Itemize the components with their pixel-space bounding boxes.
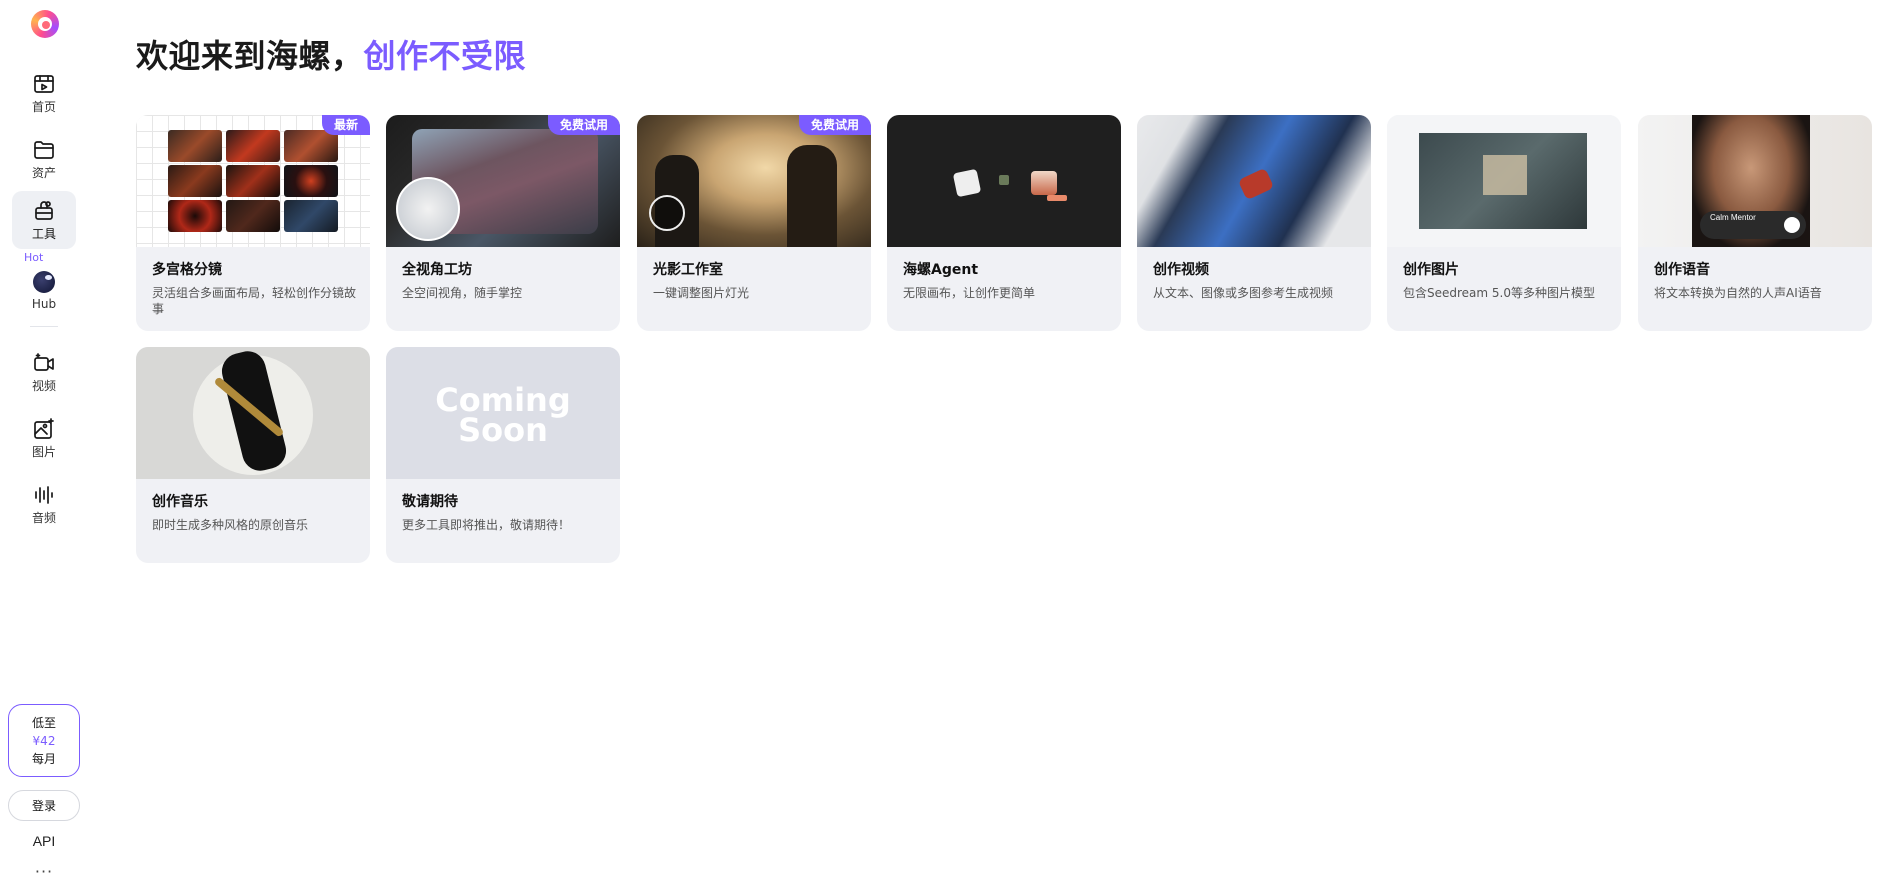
card-title: 海螺Agent [903, 262, 979, 278]
image-icon [34, 418, 54, 439]
page-title: 欢迎来到海螺，创作不受限 [136, 36, 526, 76]
soon-text: Soon [458, 411, 548, 449]
tool-card-create-music[interactable]: 创作音乐 即时生成多种风格的原创音乐 [136, 347, 370, 563]
hub-avatar-icon [33, 271, 55, 293]
card-description: 灵活组合多画面布局，轻松创作分镜故事 [152, 286, 357, 316]
card-title: 光影工作室 [653, 262, 723, 278]
tool-card-create-voice[interactable]: Calm Mentor 创作语音 将文本转换为自然的人声AI语音 [1638, 115, 1872, 331]
card-title: 敬请期待 [402, 494, 458, 510]
card-description: 包含Seedream 5.0等多种图片模型 [1403, 286, 1595, 300]
sidebar-item-hub[interactable]: Hub [12, 262, 76, 320]
create-music-thumbnail [136, 347, 370, 479]
promo-prefix: 低至 [31, 715, 56, 730]
sidebar-item-label: Hub [31, 297, 57, 311]
promo-suffix: 每月 [31, 751, 56, 766]
card-title: 创作语音 [1654, 262, 1710, 278]
card-title: 创作图片 [1403, 262, 1459, 278]
card-title: 多宫格分镜 [152, 262, 222, 278]
video-icon [34, 353, 54, 371]
card-title: 全视角工坊 [402, 262, 472, 278]
page-title-main: 欢迎来到海螺， [136, 37, 364, 75]
new-badge: 最新 [321, 115, 370, 135]
card-description: 一键调整图片灯光 [653, 286, 750, 300]
tool-card-lighting-studio[interactable]: 免费试用 光影工作室 一键调整图片灯光 [637, 115, 871, 331]
sidebar-item-label: 视频 [31, 379, 56, 393]
card-description: 全空间视角，随手掌控 [402, 286, 523, 300]
pricing-promo-button[interactable]: 低至 ¥42 每月 [8, 704, 80, 777]
toolbox-icon [35, 201, 53, 220]
create-video-thumbnail [1137, 115, 1371, 247]
voice-name: Calm Mentor [1710, 213, 1756, 222]
sidebar-item-tools[interactable]: 工具 [12, 191, 76, 249]
create-voice-thumbnail: Calm Mentor [1638, 115, 1872, 247]
card-title: 创作视频 [1153, 262, 1209, 278]
card-description: 将文本转换为自然的人声AI语音 [1654, 286, 1822, 300]
sidebar-item-video[interactable]: 视频 [12, 343, 76, 401]
tool-card-agent[interactable]: 海螺Agent 无限画布，让创作更简单 [887, 115, 1121, 331]
hailuo-logo-icon[interactable] [31, 10, 59, 38]
coming-soon-thumbnail: Coming Soon [386, 347, 620, 479]
sidebar-item-label: 工具 [31, 227, 56, 241]
promo-price: ¥42 [32, 733, 56, 748]
tool-card-panorama-studio[interactable]: 免费试用 全视角工坊 全空间视角，随手掌控 [386, 115, 620, 331]
sidebar-divider [30, 326, 58, 327]
sidebar: 首页 资产 工具 Hot Hub 视频 图片 音频 低至 ¥42 每月 登录 A… [0, 0, 88, 896]
sidebar-item-label: 图片 [31, 445, 56, 459]
home-icon [34, 75, 54, 93]
api-link[interactable]: API [0, 833, 88, 849]
create-image-thumbnail [1387, 115, 1621, 247]
free-trial-badge: 免费试用 [547, 115, 620, 135]
page-title-accent: 创作不受限 [363, 37, 527, 75]
sidebar-item-label: 首页 [31, 100, 56, 114]
card-description: 即时生成多种风格的原创音乐 [152, 518, 309, 532]
folder-icon [34, 141, 54, 159]
free-trial-badge: 免费试用 [798, 115, 871, 135]
tool-card-create-video[interactable]: 创作视频 从文本、图像或多图参考生成视频 [1137, 115, 1371, 331]
more-menu-icon[interactable]: ··· [0, 864, 88, 880]
sidebar-item-assets[interactable]: 资产 [12, 130, 76, 188]
card-title: 创作音乐 [152, 494, 208, 510]
sidebar-item-label: 资产 [31, 166, 56, 180]
sidebar-item-label: 音频 [31, 511, 56, 525]
card-description: 无限画布，让创作更简单 [903, 286, 1036, 300]
voice-preview-chip: Calm Mentor [1700, 211, 1806, 239]
sidebar-item-audio[interactable]: 音频 [12, 475, 76, 533]
sidebar-item-home[interactable]: 首页 [12, 64, 76, 122]
audio-icon [35, 486, 53, 504]
sidebar-item-image[interactable]: 图片 [12, 409, 76, 467]
card-description: 从文本、图像或多图参考生成视频 [1153, 286, 1334, 300]
tool-card-create-image[interactable]: 创作图片 包含Seedream 5.0等多种图片模型 [1387, 115, 1621, 331]
agent-thumbnail [887, 115, 1121, 247]
tool-card-storyboard[interactable]: 最新 多宫格分镜 灵活组合多画面布局，轻松创作分镜故事 [136, 115, 370, 331]
login-button[interactable]: 登录 [8, 790, 80, 821]
tool-card-coming-soon[interactable]: Coming Soon 敬请期待 更多工具即将推出，敬请期待！ [386, 347, 620, 563]
card-description: 更多工具即将推出，敬请期待！ [402, 518, 571, 532]
